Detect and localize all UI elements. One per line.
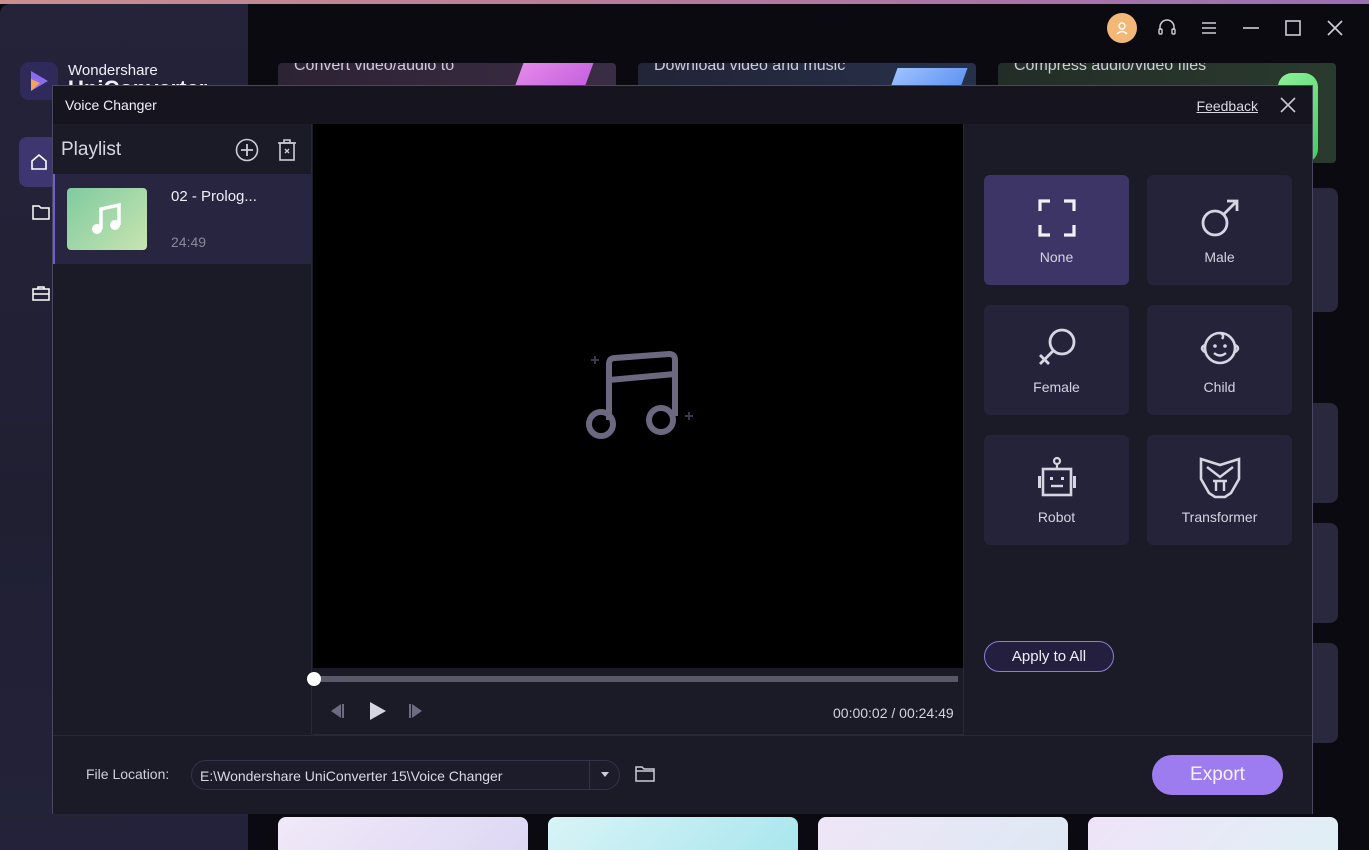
progress-scrubber-handle[interactable]: [306, 672, 321, 686]
hamburger-menu-icon: [1202, 22, 1216, 34]
effect-label: Child: [1203, 379, 1236, 395]
menu-button[interactable]: [1197, 16, 1221, 40]
play-icon: [370, 702, 386, 720]
minimize-button[interactable]: [1239, 16, 1263, 40]
close-window-button[interactable]: [1323, 16, 1347, 40]
title-bar-controls: [1107, 12, 1369, 44]
step-forward-icon: [409, 704, 422, 718]
bottom-promo-card[interactable]: [1088, 817, 1338, 850]
file-location-value: E:\Wondershare UniConverter 15\Voice Cha…: [200, 768, 503, 784]
file-location-dropdown-button[interactable]: [589, 761, 619, 789]
effect-male[interactable]: Male: [1147, 175, 1292, 285]
bottom-promo-card[interactable]: [278, 817, 528, 850]
previous-frame-button[interactable]: [326, 700, 348, 722]
effect-transformer[interactable]: Transformer: [1147, 435, 1292, 545]
dialog-title: Voice Changer: [65, 97, 157, 113]
preview-area: [313, 124, 963, 668]
step-back-icon: [331, 704, 344, 718]
effect-label: Male: [1204, 249, 1235, 265]
close-icon: [1280, 97, 1296, 113]
apply-to-all-button[interactable]: Apply to All: [984, 641, 1114, 672]
playback-progress-bar[interactable]: [306, 672, 958, 686]
playlist-item-duration: 24:49: [171, 234, 207, 250]
music-note-icon: [586, 350, 693, 439]
female-symbol-icon: [1038, 328, 1075, 365]
playlist-item-name: 02 - Prolog...: [171, 188, 257, 205]
dialog-footer: File Location: E:\Wondershare UniConvert…: [53, 735, 1312, 814]
effect-female[interactable]: Female: [984, 305, 1129, 415]
file-location-field[interactable]: E:\Wondershare UniConverter 15\Voice Cha…: [191, 760, 620, 790]
feature-card-text: Compress audio/video files: [1014, 63, 1207, 74]
divider: [963, 124, 964, 735]
add-circle-icon: [235, 138, 259, 162]
export-button[interactable]: Export: [1152, 755, 1283, 795]
open-folder-button[interactable]: [634, 764, 656, 784]
trash-icon: [278, 139, 296, 161]
minimize-icon: [1243, 27, 1259, 29]
bottom-promo-card[interactable]: [548, 817, 798, 850]
feedback-link[interactable]: Feedback: [1197, 98, 1258, 114]
effect-none[interactable]: None: [984, 175, 1129, 285]
headset-icon: [1158, 19, 1176, 35]
file-location-label: File Location:: [86, 766, 170, 782]
dialog-close-button[interactable]: [1278, 95, 1298, 115]
delete-file-button[interactable]: [275, 137, 299, 163]
playlist-panel: Playlist 02 - Prolog... 24:49 1 item(s): [53, 124, 312, 767]
effect-child[interactable]: Child: [1147, 305, 1292, 415]
dialog-header: Voice Changer Feedback: [53, 86, 1312, 124]
male-symbol-icon: [1201, 199, 1238, 237]
effect-robot[interactable]: Robot: [984, 435, 1129, 545]
maximize-button[interactable]: [1281, 16, 1305, 40]
none-frame-icon: [1037, 199, 1076, 237]
toolbox-icon: [32, 286, 50, 301]
voice-changer-dialog: Voice Changer Feedback Playlist 02 - Pro…: [52, 85, 1313, 814]
user-icon: [1116, 22, 1128, 35]
effect-label: Female: [1033, 379, 1080, 395]
home-icon: [31, 153, 47, 170]
close-icon: [1327, 20, 1343, 36]
transformer-icon: [1199, 457, 1240, 499]
next-frame-button[interactable]: [405, 700, 427, 722]
playback-time-readout: 00:00:02 / 00:24:49: [833, 705, 954, 721]
feature-card-text: Convert video/audio to: [294, 63, 455, 74]
child-face-icon: [1200, 331, 1239, 365]
effect-label: Robot: [1037, 509, 1076, 525]
folder-icon: [635, 766, 655, 782]
feature-card-text: Download video and music: [654, 63, 846, 74]
chevron-down-icon: [600, 772, 609, 777]
support-headset-button[interactable]: [1155, 16, 1179, 40]
bottom-promo-card[interactable]: [818, 817, 1068, 850]
maximize-icon: [1285, 20, 1301, 36]
playlist-item[interactable]: 02 - Prolog... 24:49: [53, 174, 312, 264]
music-note-icon: [92, 202, 121, 234]
add-file-button[interactable]: [234, 137, 260, 163]
playlist-title: Playlist: [61, 139, 122, 160]
play-button[interactable]: [366, 700, 388, 722]
robot-icon: [1037, 456, 1076, 497]
effect-label: Transformer: [1181, 509, 1258, 525]
effect-label: None: [1039, 249, 1074, 265]
sidebar-item-toolbox[interactable]: [30, 282, 52, 304]
sidebar-item-files[interactable]: [30, 201, 52, 223]
audio-thumbnail: [67, 188, 147, 250]
user-avatar[interactable]: [1107, 13, 1137, 43]
folder-icon: [32, 205, 50, 220]
